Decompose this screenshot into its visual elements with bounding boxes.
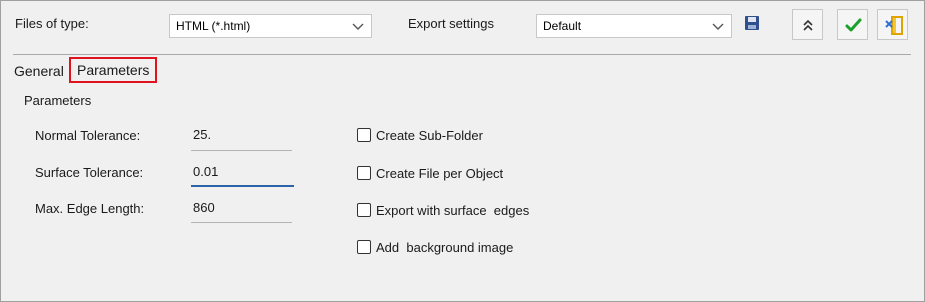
surface-tolerance-underline <box>191 185 294 187</box>
export-settings-select[interactable]: Default <box>536 14 732 38</box>
export-surface-edges-checkbox[interactable] <box>357 203 371 217</box>
chevron-down-icon <box>712 23 724 30</box>
save-icon <box>745 16 759 30</box>
max-edge-length-label: Max. Edge Length: <box>35 201 145 216</box>
collapse-button[interactable] <box>792 9 823 40</box>
export-surface-edges-label[interactable]: Export with surface edges <box>376 203 529 218</box>
normal-tolerance-underline <box>191 150 292 151</box>
create-file-per-object-checkbox[interactable] <box>357 166 371 180</box>
ok-button[interactable] <box>837 9 868 40</box>
files-of-type-value: HTML (*.html) <box>176 19 251 33</box>
normal-tolerance-label: Normal Tolerance: <box>35 128 141 143</box>
exit-icon <box>885 16 903 35</box>
export-dialog: Files of type: HTML (*.html) Export sett… <box>0 0 925 302</box>
export-settings-value: Default <box>543 19 582 33</box>
tab-general[interactable]: General <box>14 63 64 79</box>
max-edge-length-input[interactable]: 860 <box>193 200 291 215</box>
chevron-down-icon <box>352 23 364 30</box>
exit-button[interactable] <box>877 9 908 40</box>
add-background-image-checkbox[interactable] <box>357 240 371 254</box>
create-sub-folder-checkbox[interactable] <box>357 128 371 142</box>
files-of-type-label: Files of type: <box>15 16 89 31</box>
create-file-per-object-label[interactable]: Create File per Object <box>376 166 503 181</box>
export-settings-label: Export settings <box>408 16 494 31</box>
max-edge-length-underline <box>191 222 292 223</box>
parameters-group-title: Parameters <box>24 93 92 108</box>
files-of-type-select[interactable]: HTML (*.html) <box>169 14 372 38</box>
add-background-image-label[interactable]: Add background image <box>376 240 513 255</box>
normal-tolerance-input[interactable]: 25. <box>193 127 291 142</box>
create-sub-folder-label[interactable]: Create Sub-Folder <box>376 128 483 143</box>
double-chevron-up-icon <box>803 19 813 31</box>
surface-tolerance-label: Surface Tolerance: <box>35 165 144 180</box>
save-settings-button[interactable] <box>744 15 760 31</box>
checkmark-icon <box>845 18 862 32</box>
tab-parameters[interactable]: Parameters <box>69 57 157 83</box>
toolbar-separator <box>13 54 911 55</box>
surface-tolerance-input[interactable]: 0.01 <box>193 164 291 179</box>
